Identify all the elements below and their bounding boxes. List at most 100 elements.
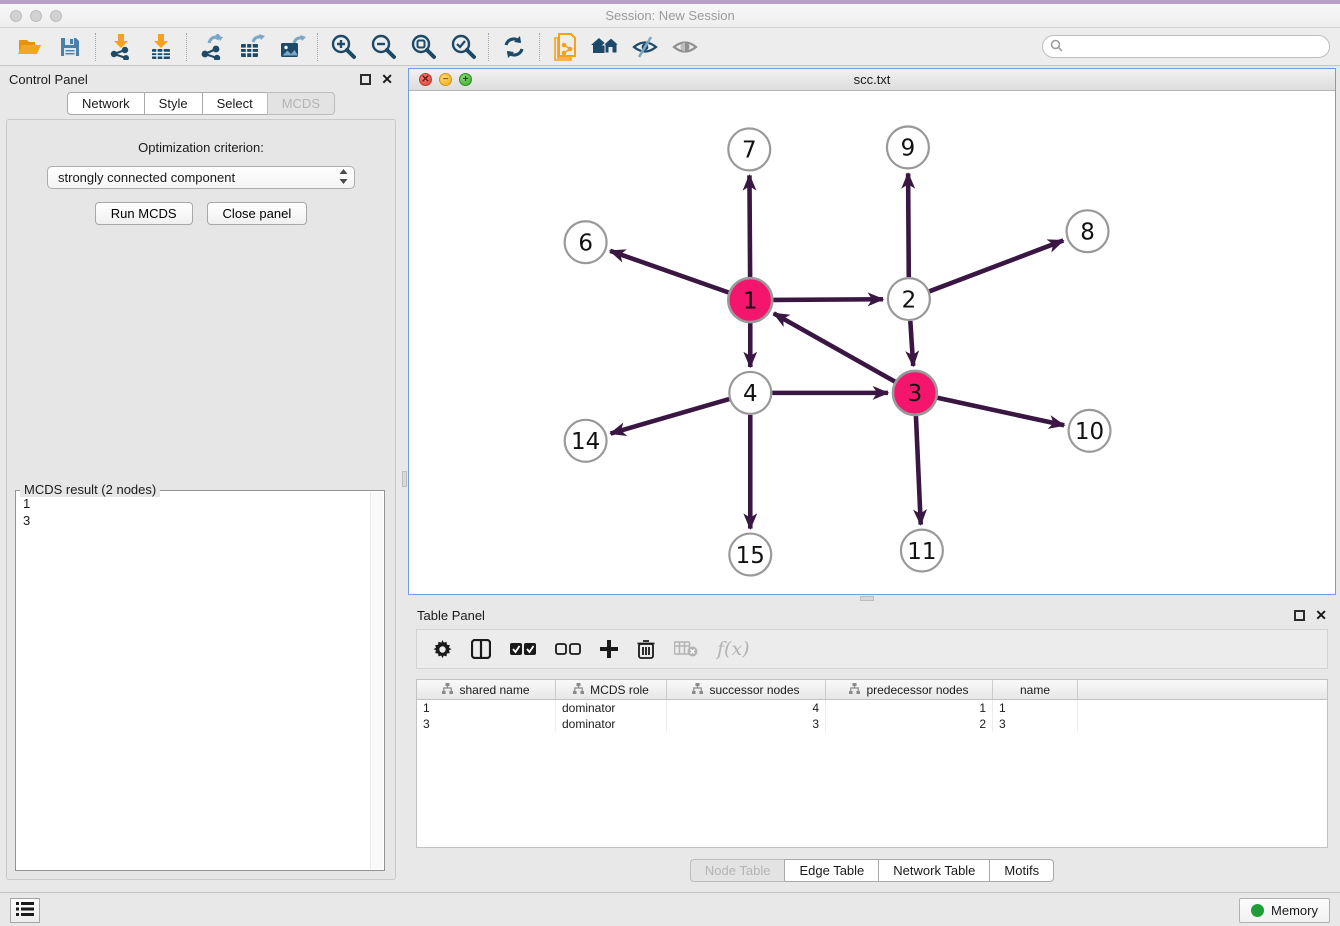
graph-node-8[interactable]: 8	[1067, 210, 1109, 252]
column-header-successor-nodes[interactable]: successor nodes	[667, 680, 826, 699]
save-session-button[interactable]	[50, 31, 90, 63]
graph-node-3[interactable]: 3	[893, 371, 937, 415]
graph-node-10[interactable]: 10	[1069, 410, 1111, 452]
zoom-fit-button[interactable]	[403, 31, 443, 63]
tab-mcds[interactable]: MCDS	[267, 92, 335, 115]
vertical-split-divider[interactable]	[402, 66, 407, 892]
apply-layout-button[interactable]	[494, 31, 534, 63]
cell-successor-nodes[interactable]: 4	[667, 700, 826, 716]
network-close-button[interactable]: ✕	[419, 73, 432, 86]
column-header-mcds-role[interactable]: MCDS role	[556, 680, 667, 699]
zoom-out-button[interactable]	[363, 31, 403, 63]
graph-edge-3-10[interactable]	[937, 398, 1064, 426]
tab-motifs[interactable]: Motifs	[989, 859, 1054, 882]
network-minimize-button[interactable]: −	[439, 73, 452, 86]
tab-edge-table[interactable]: Edge Table	[784, 859, 879, 882]
add-column-button[interactable]	[600, 640, 618, 658]
minimize-window-button[interactable]	[30, 10, 42, 22]
zoom-selected-button[interactable]	[443, 31, 483, 63]
run-mcds-button[interactable]: Run MCDS	[95, 202, 193, 225]
table-settings-button[interactable]	[433, 640, 452, 659]
select-all-button[interactable]	[510, 643, 536, 656]
column-header-name[interactable]: name	[993, 680, 1078, 699]
graph-node-2[interactable]: 2	[888, 278, 930, 320]
column-layout-button[interactable]	[471, 639, 491, 659]
criterion-select[interactable]: strongly connected component	[47, 166, 355, 189]
graph-edge-2-3[interactable]	[910, 321, 913, 366]
table-tabs: Node Table Edge Table Network Table Moti…	[408, 848, 1336, 892]
horizontal-split-divider[interactable]	[408, 595, 1336, 602]
close-panel-button[interactable]: Close panel	[207, 202, 308, 225]
search-box[interactable]	[1042, 35, 1330, 58]
maximize-window-button[interactable]	[50, 10, 62, 22]
close-panel-icon[interactable]: ✕	[381, 72, 393, 86]
graph-edge-3-11[interactable]	[916, 416, 921, 525]
result-scrollbar[interactable]	[370, 492, 383, 869]
deselect-all-button[interactable]	[555, 643, 581, 656]
cell-name[interactable]: 1	[993, 700, 1078, 716]
close-window-button[interactable]	[10, 10, 22, 22]
tab-network[interactable]: Network	[67, 92, 145, 115]
float-panel-icon[interactable]	[360, 74, 371, 85]
cell-predecessor-nodes[interactable]: 2	[826, 716, 993, 732]
network-maximize-button[interactable]: +	[459, 73, 472, 86]
graph-edge-2-8[interactable]	[929, 240, 1063, 291]
cell-predecessor-nodes[interactable]: 1	[826, 700, 993, 716]
graph-node-7[interactable]: 7	[728, 128, 770, 170]
import-table-button[interactable]	[141, 31, 181, 63]
eye-slash-icon	[632, 35, 658, 59]
cell-successor-nodes[interactable]: 3	[667, 716, 826, 732]
memory-status-icon	[1251, 904, 1264, 917]
close-panel-icon[interactable]: ✕	[1315, 608, 1327, 622]
memory-button[interactable]: Memory	[1239, 898, 1330, 923]
svg-text:10: 10	[1075, 419, 1104, 445]
graph-edge-1-2[interactable]	[773, 299, 883, 300]
search-input[interactable]	[1068, 39, 1322, 54]
window-controls	[10, 10, 62, 22]
network-window-titlebar: ✕ − + scc.txt	[409, 69, 1335, 91]
export-network-button[interactable]	[192, 31, 232, 63]
table-row[interactable]: 1 dominator 4 1 1	[417, 700, 1327, 716]
task-history-button[interactable]	[10, 898, 40, 923]
cell-name[interactable]: 3	[993, 716, 1078, 732]
delete-table-button[interactable]	[674, 641, 698, 657]
graph-node-9[interactable]: 9	[887, 126, 929, 168]
hide-selected-button[interactable]	[625, 31, 665, 63]
tab-node-table[interactable]: Node Table	[690, 859, 786, 882]
function-builder-button[interactable]: f(x)	[717, 638, 750, 660]
graph-node-11[interactable]: 11	[901, 530, 943, 572]
network-canvas[interactable]: 7 9 6 8 1 2 4 3 14 10 15 11	[409, 91, 1335, 594]
column-header-predecessor-nodes[interactable]: predecessor nodes	[826, 680, 993, 699]
graph-node-15[interactable]: 15	[729, 534, 771, 576]
column-header-shared-name[interactable]: shared name	[417, 680, 556, 699]
import-network-button[interactable]	[101, 31, 141, 63]
table-row[interactable]: 3 dominator 3 2 3	[417, 716, 1327, 732]
open-session-button[interactable]	[10, 31, 50, 63]
divider-grip[interactable]	[860, 596, 874, 601]
graph-edge-3-1[interactable]	[774, 313, 895, 381]
tab-network-table[interactable]: Network Table	[878, 859, 990, 882]
graph-node-14[interactable]: 14	[565, 420, 607, 462]
delete-column-button[interactable]	[637, 639, 655, 659]
network-from-selection-button[interactable]	[545, 31, 585, 63]
divider-grip[interactable]	[402, 471, 407, 487]
graph-edge-2-9[interactable]	[908, 173, 909, 277]
tab-style[interactable]: Style	[144, 92, 203, 115]
cell-shared-name[interactable]: 1	[417, 700, 556, 716]
cell-shared-name[interactable]: 3	[417, 716, 556, 732]
cell-mcds-role[interactable]: dominator	[556, 700, 667, 716]
export-image-button[interactable]	[272, 31, 312, 63]
cell-mcds-role[interactable]: dominator	[556, 716, 667, 732]
graph-edge-1-7[interactable]	[749, 175, 750, 277]
home-button[interactable]	[585, 31, 625, 63]
graph-node-4[interactable]: 4	[729, 372, 771, 414]
graph-node-6[interactable]: 6	[565, 221, 607, 263]
export-table-button[interactable]	[232, 31, 272, 63]
float-panel-icon[interactable]	[1294, 610, 1305, 621]
graph-edge-4-14[interactable]	[611, 399, 730, 434]
graph-node-1[interactable]: 1	[728, 278, 772, 322]
tab-select[interactable]: Select	[202, 92, 268, 115]
zoom-in-button[interactable]	[323, 31, 363, 63]
show-all-button[interactable]	[665, 31, 705, 63]
graph-edge-1-6[interactable]	[610, 251, 729, 293]
